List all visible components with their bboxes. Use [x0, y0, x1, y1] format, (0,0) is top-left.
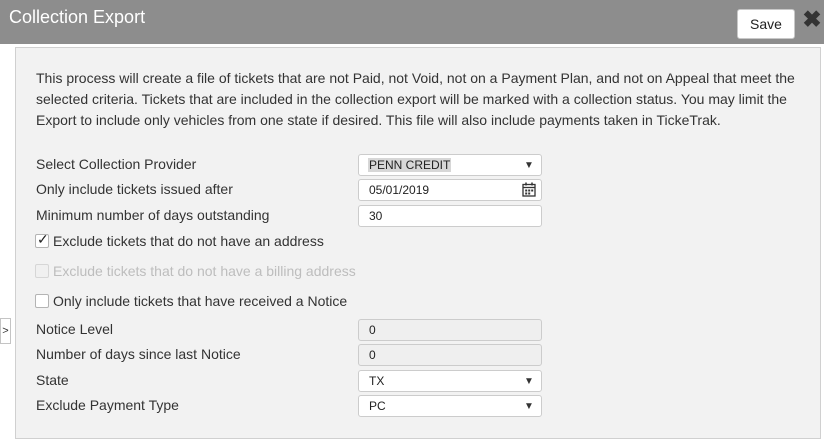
provider-value: PENN CREDIT [368, 158, 452, 172]
days-since-notice-label: Number of days since last Notice [36, 346, 241, 362]
chevron-down-icon[interactable]: ▼ [517, 155, 541, 175]
provider-select[interactable]: PENN CREDIT ▼ [358, 154, 542, 176]
description-text: This process will create a file of ticke… [36, 70, 795, 128]
close-icon[interactable]: ✖ [802, 8, 822, 31]
notice-level-label: Notice Level [36, 321, 114, 337]
chevron-down-icon[interactable]: ▼ [517, 371, 541, 391]
exclude-no-address-row: ✓ Exclude tickets that do not have an ad… [35, 231, 324, 250]
exclude-no-address-label: Exclude tickets that do not have an addr… [53, 233, 324, 249]
checkmark-icon: ✓ [37, 231, 49, 247]
exclude-no-billing-label: Exclude tickets that do not have a billi… [53, 263, 356, 279]
notice-level-value: 0 [369, 323, 376, 337]
exclude-no-billing-row: Exclude tickets that do not have a billi… [35, 262, 356, 280]
save-button[interactable]: Save [737, 9, 795, 39]
notice-level-input: 0 [358, 319, 542, 341]
days-since-notice-value: 0 [369, 348, 376, 362]
provider-label: Select Collection Provider [36, 156, 197, 172]
days-since-notice-input: 0 [358, 344, 542, 366]
state-label: State [36, 372, 69, 388]
issued-after-label: Only include tickets issued after [36, 181, 233, 197]
min-days-label: Minimum number of days outstanding [36, 207, 270, 223]
issued-after-date-field[interactable]: 05/01/2019 [358, 179, 542, 201]
exclude-payment-type-label: Exclude Payment Type [36, 397, 179, 413]
title-bar: Collection Export Save ✖ [0, 0, 824, 44]
exclude-no-billing-checkbox [35, 264, 49, 278]
only-notice-checkbox[interactable] [35, 294, 49, 308]
min-days-value: 30 [369, 209, 383, 223]
only-notice-row: Only include tickets that have received … [35, 292, 347, 310]
page-title: Collection Export [9, 7, 146, 27]
only-notice-label: Only include tickets that have received … [53, 293, 348, 309]
calendar-icon[interactable] [522, 182, 536, 197]
min-days-input[interactable]: 30 [358, 205, 542, 227]
exclude-no-address-checkbox[interactable]: ✓ [35, 231, 49, 248]
issued-after-value: 05/01/2019 [369, 183, 430, 197]
state-select[interactable]: TX ▼ [358, 370, 542, 392]
exclude-payment-type-select[interactable]: PC ▼ [358, 395, 542, 417]
state-value: TX [369, 374, 385, 388]
exclude-payment-type-value: PC [369, 399, 386, 413]
chevron-down-icon[interactable]: ▼ [517, 396, 541, 416]
expand-sidebar-toggle[interactable]: > [0, 318, 11, 344]
